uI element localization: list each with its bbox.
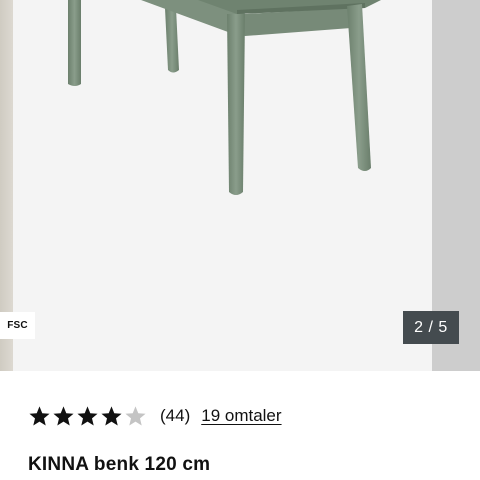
product-image [68, 0, 381, 195]
star-filled-icon [53, 406, 74, 426]
star-rating [28, 405, 148, 427]
product-image-gallery[interactable]: FSC 2 / 5 [0, 0, 480, 371]
slide-counter: 2 / 5 [403, 311, 459, 344]
fsc-badge: FSC [0, 312, 35, 339]
current-slide[interactable] [13, 0, 432, 371]
product-title: KINNA benk 120 cm [28, 454, 211, 475]
star-empty-icon [125, 406, 146, 426]
rating-count: (44) [160, 406, 191, 425]
rating-row: (44) 19 omtaler [28, 402, 282, 430]
star-filled-icon [77, 406, 98, 426]
reviews-link[interactable]: 19 omtaler [201, 406, 281, 426]
star-filled-icon [29, 406, 50, 426]
star-filled-icon [101, 406, 122, 426]
